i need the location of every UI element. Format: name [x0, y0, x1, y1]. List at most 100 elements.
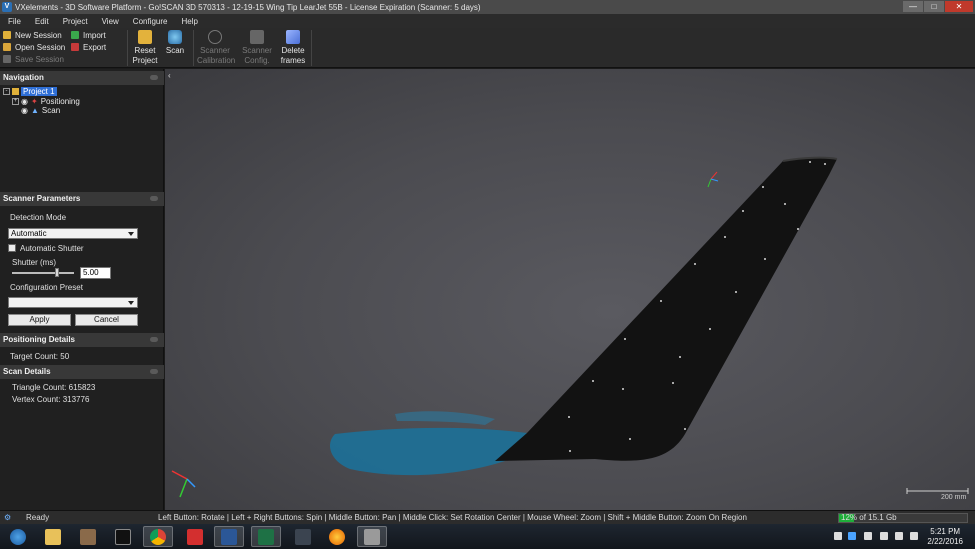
delete-frames-button[interactable]: Delete frames	[278, 30, 308, 68]
clock-date: 2/22/2016	[927, 537, 963, 546]
start-button[interactable]	[3, 526, 33, 547]
taskbar-firefox[interactable]	[322, 526, 352, 547]
chevron-down-icon	[128, 301, 134, 305]
positioning-icon: ✦	[30, 97, 38, 106]
pin-icon[interactable]	[150, 196, 158, 201]
scanner-status-icon: ⚙	[4, 513, 12, 522]
taskbar-chrome[interactable]	[143, 526, 173, 547]
eye-icon[interactable]: ◉	[21, 97, 28, 106]
minimize-button[interactable]: —	[903, 1, 923, 12]
windows-flag-icon[interactable]	[848, 532, 856, 540]
menu-file[interactable]: File	[0, 17, 27, 26]
volume-icon[interactable]	[910, 532, 918, 540]
tree-item-positioning[interactable]: + ◉ ✦ Positioning	[12, 97, 80, 106]
taskbar-files[interactable]	[73, 526, 103, 547]
word-icon	[221, 528, 237, 545]
scanner-config-icon	[250, 30, 264, 44]
taskbar-recycle[interactable]	[288, 526, 318, 547]
firefox-icon	[329, 528, 345, 545]
3d-viewport[interactable]: ‹ 200 mm	[165, 69, 975, 510]
taskbar-excel[interactable]	[251, 526, 281, 547]
network-icon[interactable]	[895, 532, 903, 540]
reset-project-button[interactable]: Reset Project	[130, 30, 160, 68]
pin-icon[interactable]	[150, 337, 158, 342]
collapse-icon[interactable]: -	[3, 88, 10, 95]
open-session-button[interactable]: Open Session	[3, 41, 65, 53]
tray-arrow-icon[interactable]	[834, 532, 842, 540]
automatic-shutter-label: Automatic Shutter	[20, 244, 84, 253]
scale-bar-label: 200 mm	[941, 494, 967, 501]
flag-icon[interactable]	[864, 532, 872, 540]
pin-icon[interactable]	[150, 75, 158, 80]
acrobat-icon	[187, 528, 203, 545]
taskbar-file-explorer[interactable]	[38, 526, 68, 547]
taskbar-acrobat[interactable]	[180, 526, 210, 547]
target-count: Target Count: 50	[10, 352, 70, 361]
vertex-count: Vertex Count: 313776	[12, 395, 90, 404]
windows-start-icon	[10, 528, 26, 545]
shutter-slider-thumb[interactable]	[55, 268, 59, 277]
taskbar-word[interactable]	[214, 526, 244, 547]
window-title: VXelements - 3D Software Platform - Go!S…	[15, 2, 481, 12]
app-icon: V	[2, 2, 12, 12]
close-button[interactable]: ✕	[945, 1, 973, 12]
automatic-shutter-checkbox[interactable]	[8, 244, 16, 252]
taskbar-vxelements[interactable]	[357, 526, 387, 547]
detection-mode-select[interactable]: Automatic	[8, 228, 138, 239]
configuration-preset-select[interactable]	[8, 297, 138, 308]
taskbar: 5:21 PM 2/22/2016	[0, 524, 975, 549]
scan-mesh-icon: ▲	[30, 106, 39, 115]
save-session-button[interactable]: Save Session	[3, 53, 64, 65]
folder-icon	[45, 528, 61, 545]
pin-icon[interactable]	[150, 369, 158, 374]
scanner-config-button[interactable]: Scanner Config.	[241, 30, 273, 68]
cancel-button[interactable]: Cancel	[75, 314, 138, 326]
menu-bar: File Edit Project View Configure Help	[0, 14, 975, 28]
tree-item-scan[interactable]: ◉ ▲ Scan	[21, 106, 60, 115]
project-icon	[12, 88, 19, 95]
scan-surface	[395, 411, 495, 425]
scan-surface	[330, 427, 527, 476]
tree-item-project[interactable]: - Project 1	[3, 87, 57, 96]
scan-render	[171, 156, 969, 498]
eye-icon[interactable]: ◉	[21, 106, 28, 115]
scan-details-header: Scan Details	[0, 365, 164, 379]
left-panel: Navigation - Project 1 + ◉ ✦ Positioning…	[0, 69, 164, 510]
import-button[interactable]: Import	[71, 29, 106, 41]
menu-edit[interactable]: Edit	[27, 17, 55, 26]
scan-button[interactable]: Scan	[160, 30, 190, 68]
expand-icon[interactable]: +	[12, 98, 19, 105]
triangle-count: Triangle Count: 615823	[12, 383, 96, 392]
new-session-button[interactable]: New Session	[3, 29, 62, 41]
excel-icon	[258, 528, 274, 545]
export-icon	[71, 43, 79, 51]
shutter-slider-track[interactable]	[12, 272, 74, 274]
files-icon	[80, 528, 96, 545]
toolbar-divider	[311, 30, 312, 66]
positioning-details-header: Positioning Details	[0, 333, 164, 347]
export-button[interactable]: Export	[71, 41, 106, 53]
delete-frames-icon	[286, 30, 300, 44]
terminal-icon	[115, 528, 131, 545]
scan-icon	[168, 30, 182, 44]
detection-mode-label: Detection Mode	[10, 213, 67, 222]
apply-button[interactable]: Apply	[8, 314, 71, 326]
menu-view[interactable]: View	[94, 17, 125, 26]
navigation-header: Navigation	[0, 71, 164, 85]
status-ready: Ready	[26, 513, 50, 522]
menu-project[interactable]: Project	[55, 17, 94, 26]
taskbar-terminal[interactable]	[108, 526, 138, 547]
toolbar: New Session Open Session Save Session Im…	[0, 28, 975, 68]
import-icon	[71, 31, 79, 39]
scanner-parameters-header: Scanner Parameters	[0, 192, 164, 206]
reset-project-icon	[138, 30, 152, 44]
taskbar-clock[interactable]: 5:21 PM 2/22/2016	[927, 527, 963, 547]
battery-icon[interactable]	[880, 532, 888, 540]
maximize-button[interactable]: □	[924, 1, 944, 12]
scanner-calibration-button[interactable]: Scanner Calibration	[197, 30, 235, 68]
status-bar: ⚙ Ready Left Button: Rotate | Left + Rig…	[0, 510, 975, 524]
menu-help[interactable]: Help	[173, 17, 203, 26]
menu-configure[interactable]: Configure	[125, 17, 174, 26]
shutter-value-input[interactable]: 5.00	[80, 267, 111, 279]
memory-percent: 12%	[841, 513, 858, 522]
